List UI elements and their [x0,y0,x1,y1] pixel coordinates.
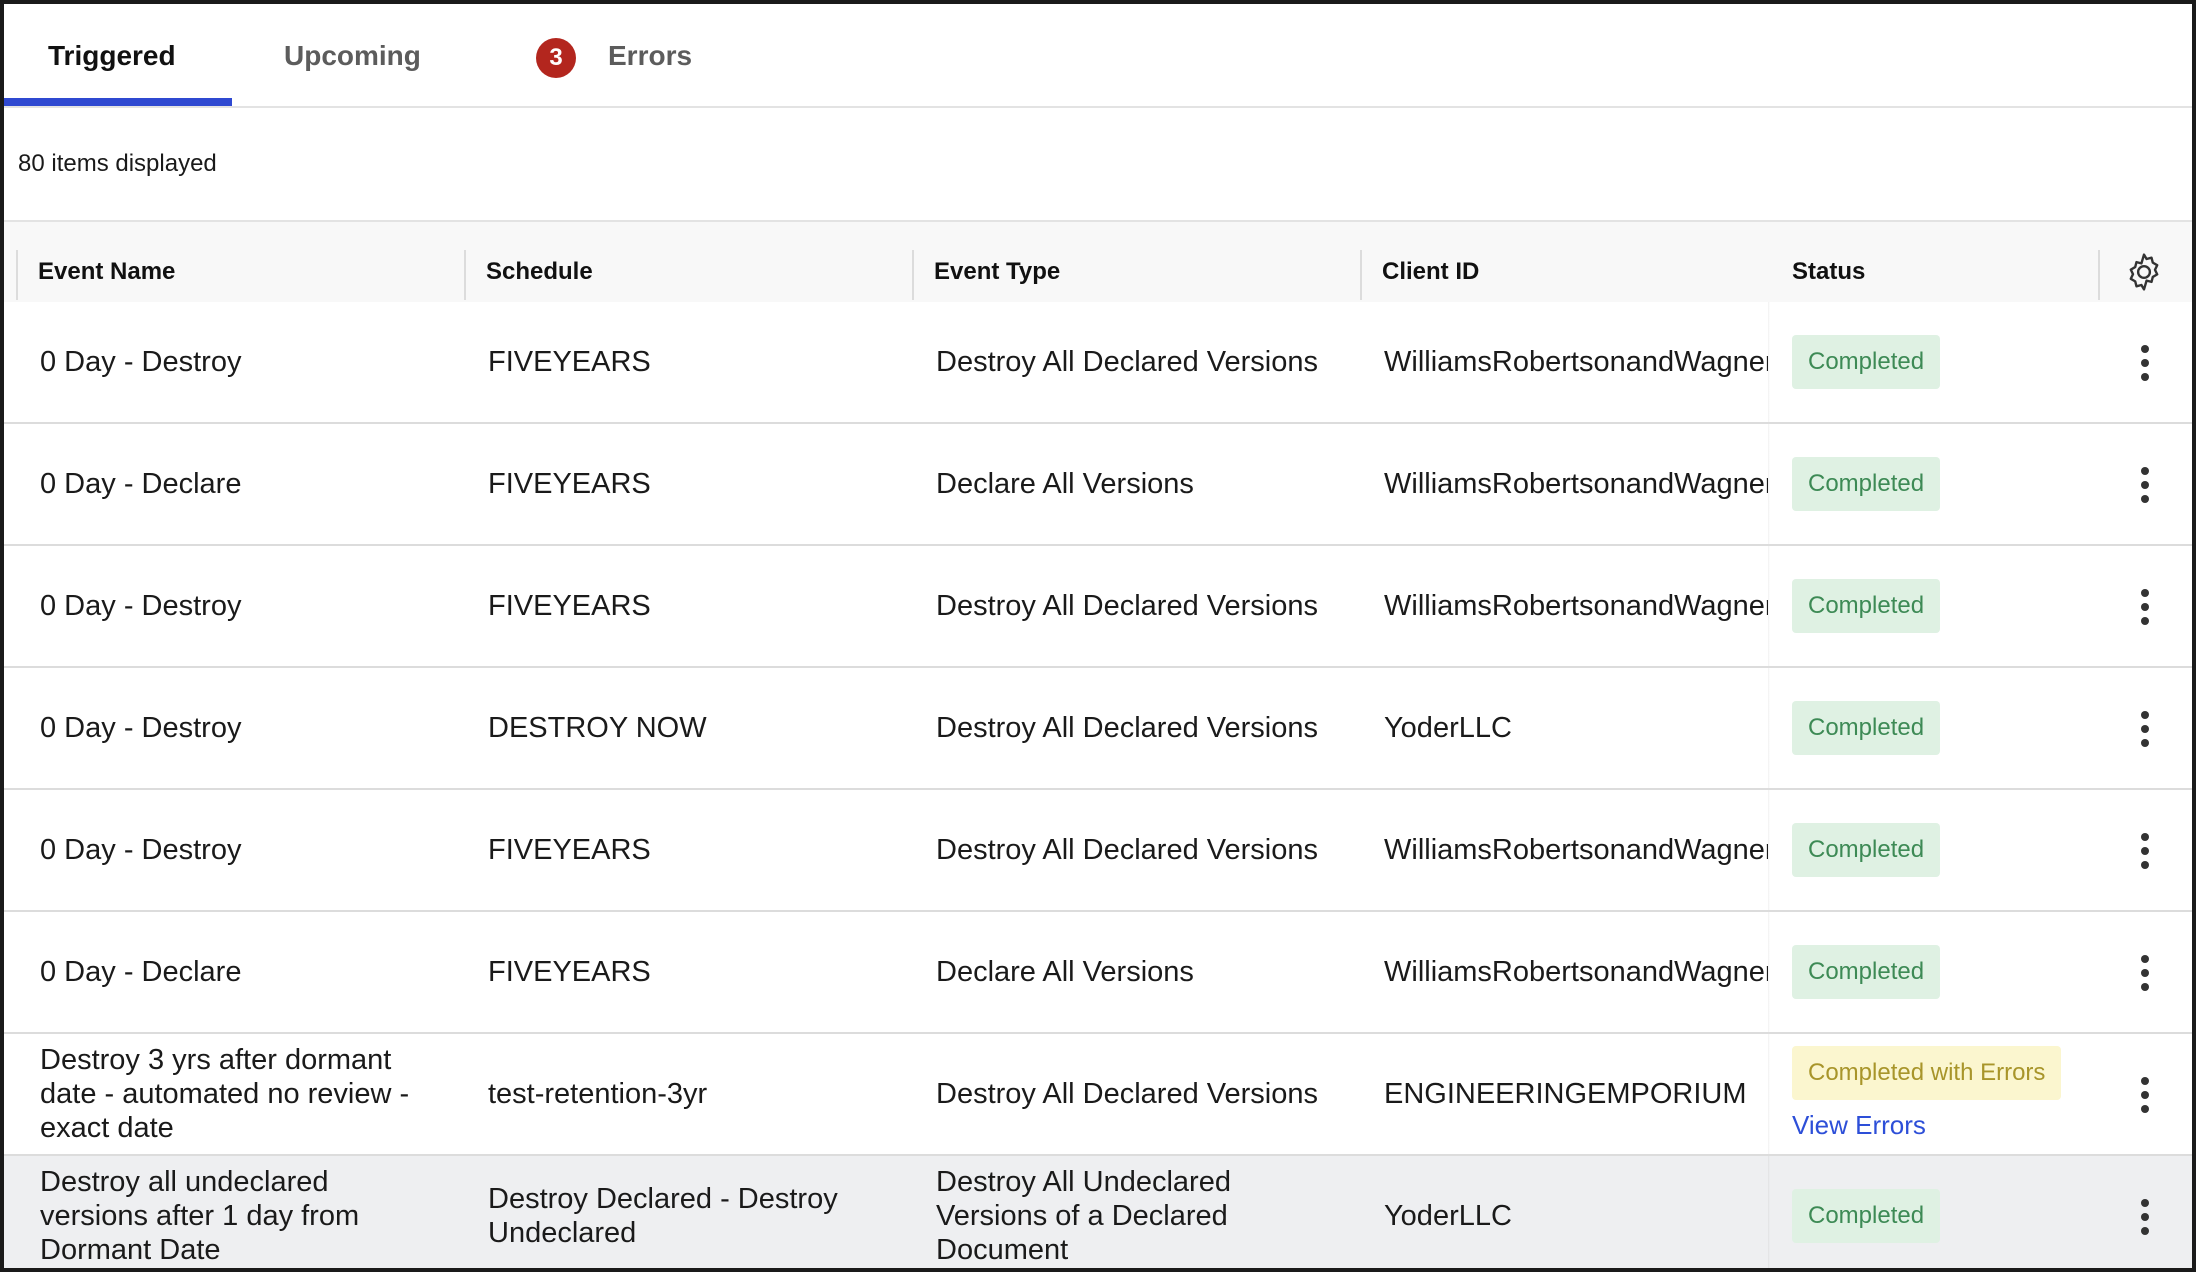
schedule-cell: FIVEYEARS [488,590,651,622]
event-type-cell: Destroy All Declared Versions [936,1078,1318,1110]
sticky-column-shadow [1768,1034,1770,1154]
status-badge: Completed [1792,579,1941,633]
status-cell: Completed [1792,546,2092,666]
event-name-cell: 0 Day - Destroy [40,346,242,378]
schedule-cell: DESTROY NOW [488,712,707,744]
event-type-cell: Destroy All Declared Versions [936,346,1318,378]
tab-bar: Triggered Upcoming 3 Errors [4,4,2192,108]
schedule-cell: Destroy Declared - Destroy Undeclared [488,1183,838,1249]
status-cell: Completed [1792,1156,2092,1268]
schedule-cell: FIVEYEARS [488,956,651,988]
sticky-column-shadow [1768,546,1770,666]
column-settings-gear-icon[interactable] [2122,250,2166,294]
event-name-cell: 0 Day - Destroy [40,712,242,744]
active-tab-indicator [4,98,232,106]
sticky-column-shadow [1768,790,1770,910]
table-row[interactable]: 0 Day - Declare FIVEYEARS Declare All Ve… [4,424,2192,546]
errors-count-badge: 3 [536,38,576,78]
column-divider [1360,250,1362,300]
row-actions-kebab-icon[interactable] [2128,577,2162,637]
status-badge: Completed [1792,701,1941,755]
table-row[interactable]: 0 Day - Destroy DESTROY NOW Destroy All … [4,668,2192,790]
tab-upcoming[interactable]: Upcoming [284,4,421,108]
status-badge: Completed [1792,335,1941,389]
row-actions-kebab-icon[interactable] [2128,821,2162,881]
column-divider [2098,250,2100,300]
event-type-cell: Declare All Versions [936,956,1194,988]
event-type-cell: Declare All Versions [936,468,1194,500]
status-cell: Completed [1792,668,2092,788]
client-id-cell: YoderLLC [1384,1200,1512,1232]
status-cell: Completed [1792,912,2092,1032]
sticky-column-shadow [1768,424,1770,544]
sticky-column-shadow [1768,912,1770,1032]
row-actions-kebab-icon[interactable] [2128,943,2162,1003]
tab-triggered[interactable]: Triggered [48,4,176,108]
column-divider [16,250,18,300]
table-row[interactable]: 0 Day - Destroy FIVEYEARS Destroy All De… [4,790,2192,912]
status-badge: Completed [1792,945,1941,999]
client-id-cell: WilliamsRobertsonandWagner [1384,834,1768,866]
event-type-cell: Destroy All Declared Versions [936,834,1318,866]
row-actions-kebab-icon[interactable] [2128,455,2162,515]
status-cell: Completed with Errors View Errors [1792,1034,2112,1154]
event-type-cell: Destroy All Declared Versions [936,712,1318,744]
row-actions-kebab-icon[interactable] [2128,333,2162,393]
status-badge: Completed [1792,823,1941,877]
column-divider [464,250,466,300]
tab-triggered-label: Triggered [48,40,176,71]
event-name-cell: 0 Day - Declare [40,956,242,988]
status-cell: Completed [1792,790,2092,910]
event-type-cell: Destroy All Undeclared Versions of a Dec… [936,1166,1231,1266]
event-name-cell: 0 Day - Declare [40,468,242,500]
table-row[interactable]: Destroy 3 yrs after dormant date - autom… [4,1034,2192,1156]
client-id-cell: WilliamsRobertsonandWagner [1384,956,1768,988]
client-id-cell: WilliamsRobertsonandWagner [1384,468,1768,500]
table-row[interactable]: 0 Day - Destroy FIVEYEARS Destroy All De… [4,546,2192,668]
event-name-cell: 0 Day - Destroy [40,834,242,866]
table-row[interactable]: 0 Day - Declare FIVEYEARS Declare All Ve… [4,912,2192,1034]
event-name-cell: 0 Day - Destroy [40,590,242,622]
tab-errors[interactable]: Errors [608,4,692,108]
row-actions-kebab-icon[interactable] [2128,699,2162,759]
client-id-cell: ENGINEERINGEMPORIUM [1384,1078,1747,1110]
sticky-column-shadow [1768,302,1770,422]
event-name-cell: Destroy all undeclared versions after 1 … [40,1166,360,1266]
tab-errors-label: Errors [608,40,693,71]
event-type-cell: Destroy All Declared Versions [936,590,1318,622]
table-row[interactable]: 0 Day - Destroy FIVEYEARS Destroy All De… [4,302,2192,424]
sticky-column-shadow [1768,668,1770,788]
events-panel: Triggered Upcoming 3 Errors 80 items dis… [0,0,2196,1272]
items-count: 80 items displayed [18,150,217,177]
status-cell: Completed [1792,424,2092,544]
view-errors-link[interactable]: View Errors [1792,1108,1926,1142]
schedule-cell: FIVEYEARS [488,834,651,866]
schedule-cell: test-retention-3yr [488,1078,708,1110]
event-name-cell: Destroy 3 yrs after dormant date - autom… [40,1044,410,1144]
sticky-column-shadow [1768,1156,1770,1268]
schedule-cell: FIVEYEARS [488,468,651,500]
status-badge-warning: Completed with Errors [1792,1046,2062,1100]
client-id-cell: YoderLLC [1384,712,1512,744]
tab-upcoming-label: Upcoming [284,40,421,71]
status-badge: Completed [1792,457,1941,511]
table-row-selected[interactable]: Destroy all undeclared versions after 1 … [4,1156,2192,1268]
row-actions-kebab-icon[interactable] [2128,1187,2162,1247]
schedule-cell: FIVEYEARS [488,346,651,378]
status-cell: Completed [1792,302,2092,422]
row-actions-kebab-icon[interactable] [2128,1065,2162,1125]
column-divider [912,250,914,300]
status-badge: Completed [1792,1189,1941,1243]
client-id-cell: WilliamsRobertsonandWagner [1384,346,1768,378]
client-id-cell: WilliamsRobertsonandWagner [1384,590,1768,622]
